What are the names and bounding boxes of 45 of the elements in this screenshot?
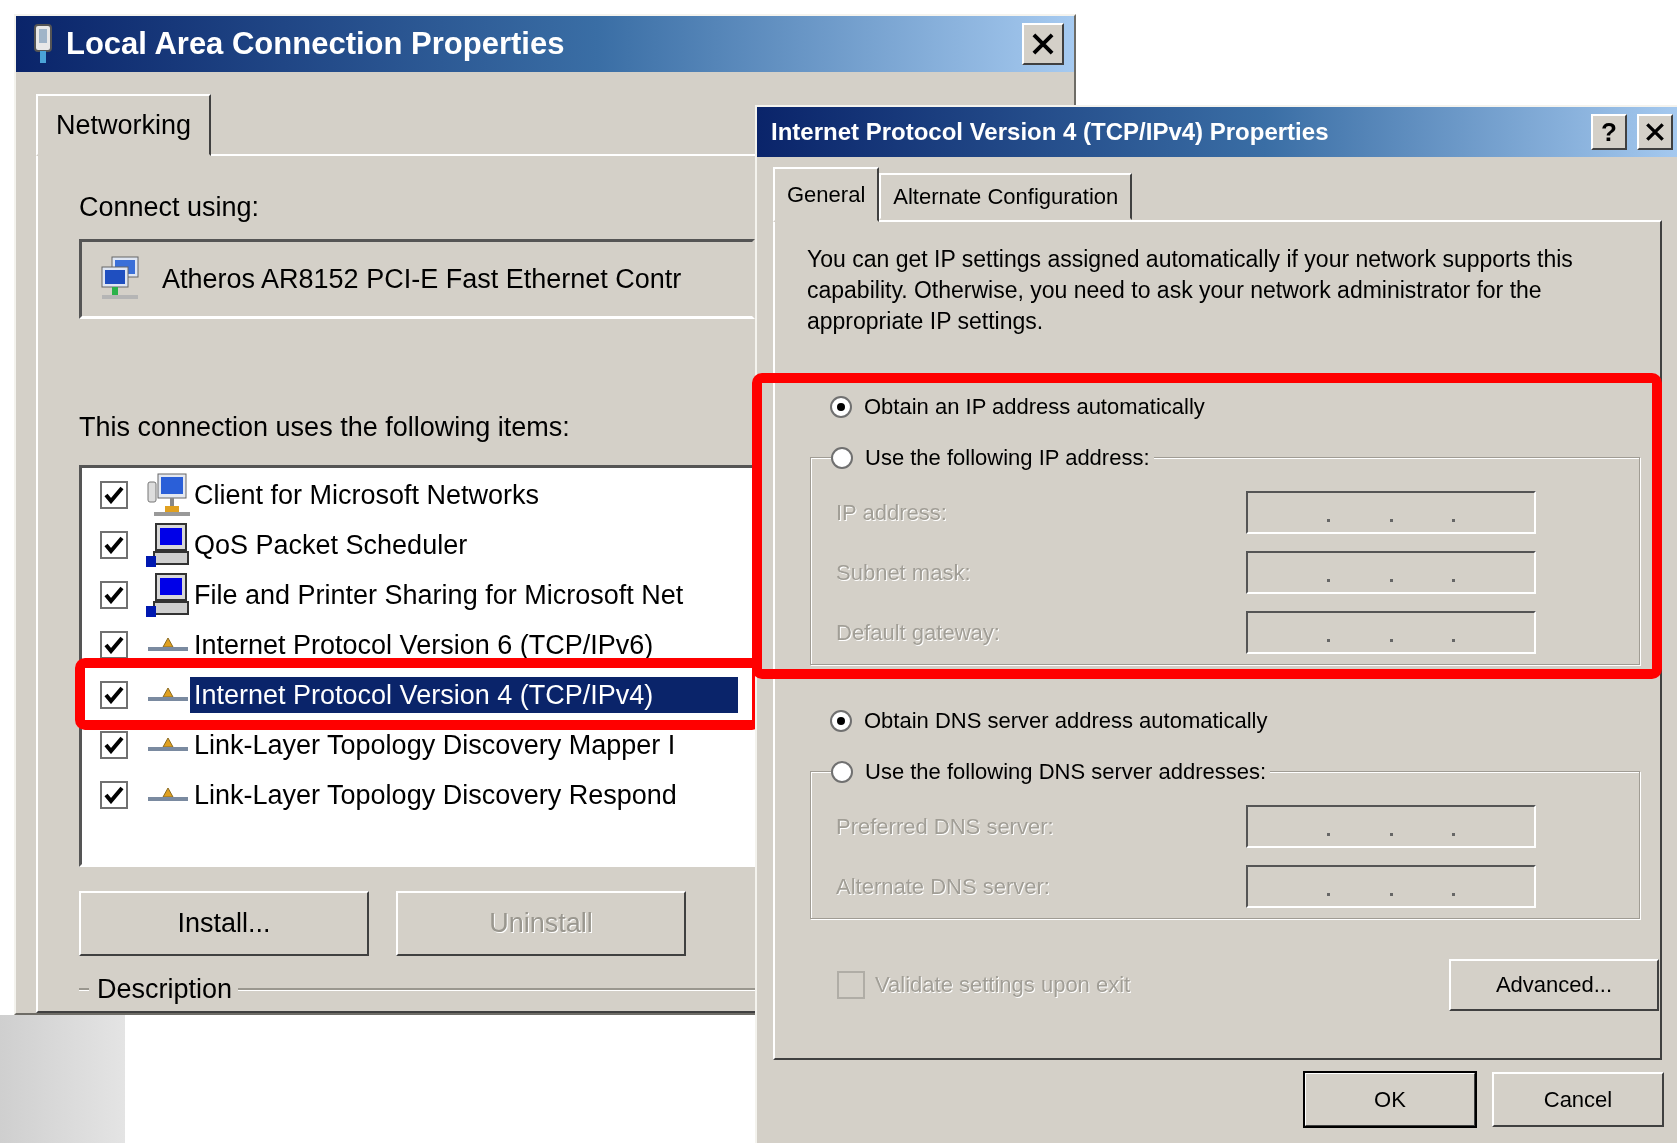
list-item[interactable]: QoS Packet Scheduler [190,527,738,563]
list-item[interactable]: Client for Microsoft Networks [190,477,738,513]
radio-button[interactable] [830,710,852,732]
field-label: Connect using: [79,192,260,223]
ip-address-field[interactable] [1246,491,1536,534]
computer-icon [146,572,190,618]
intro-text: You can get IP settings assigned automatically if your network supports this capability. Otherwise, you need to ask your network administrator for the appropriate IP settings. [807,245,1574,336]
close-icon [1030,31,1056,57]
checkbox[interactable] [100,481,128,509]
advanced-button[interactable]: Advanced... [1449,959,1659,1011]
tab[interactable]: Networking [36,94,212,156]
close-button[interactable] [1637,114,1673,150]
checkbox[interactable] [100,731,128,759]
window-title: Local Area Connection Properties [66,26,566,62]
group-label: Description [97,974,233,1005]
section-label: This connection uses the following items: [79,412,570,443]
tab[interactable]: Alternate Configuration [879,173,1133,220]
adapter-name: Atheros AR8152 PCI-E Fast Ethernet Contr [162,263,682,295]
ip-address-field[interactable] [1246,865,1536,908]
list-item[interactable]: Link-Layer Topology Discovery Respond [190,777,738,813]
list-item[interactable]: Internet Protocol Version 4 (TCP/IPv4) [190,677,738,713]
list-item[interactable]: Link-Layer Topology Discovery Mapper I [190,727,738,763]
checkbox[interactable] [100,781,128,809]
computer-icon [146,472,190,518]
tab[interactable]: General [773,167,880,222]
radio-button[interactable] [831,761,853,783]
dialog-button[interactable]: Install... [79,891,369,956]
ip-address-field[interactable] [1246,805,1536,848]
window-title: Internet Protocol Version 4 (TCP/IPv4) Properties [771,118,1330,146]
ip-address-field[interactable] [1246,611,1536,654]
checkbox[interactable] [100,631,128,659]
checkbox[interactable] [100,681,128,709]
ip-address-field[interactable] [1246,551,1536,594]
close-icon [1644,121,1666,143]
list-item[interactable]: Internet Protocol Version 6 (TCP/IPv6) [190,627,738,663]
checkbox[interactable] [100,581,128,609]
list-item[interactable]: File and Printer Sharing for Microsoft Net [190,577,738,613]
radio-button[interactable] [831,447,853,469]
close-button[interactable] [1022,23,1064,65]
help-button[interactable]: ? [1591,114,1627,150]
radio-button[interactable] [830,396,852,418]
computer-icon [146,522,190,568]
dialog-button[interactable]: Cancel [1492,1072,1664,1127]
dialog-button[interactable]: OK [1304,1072,1476,1127]
checkbox[interactable] [100,531,128,559]
